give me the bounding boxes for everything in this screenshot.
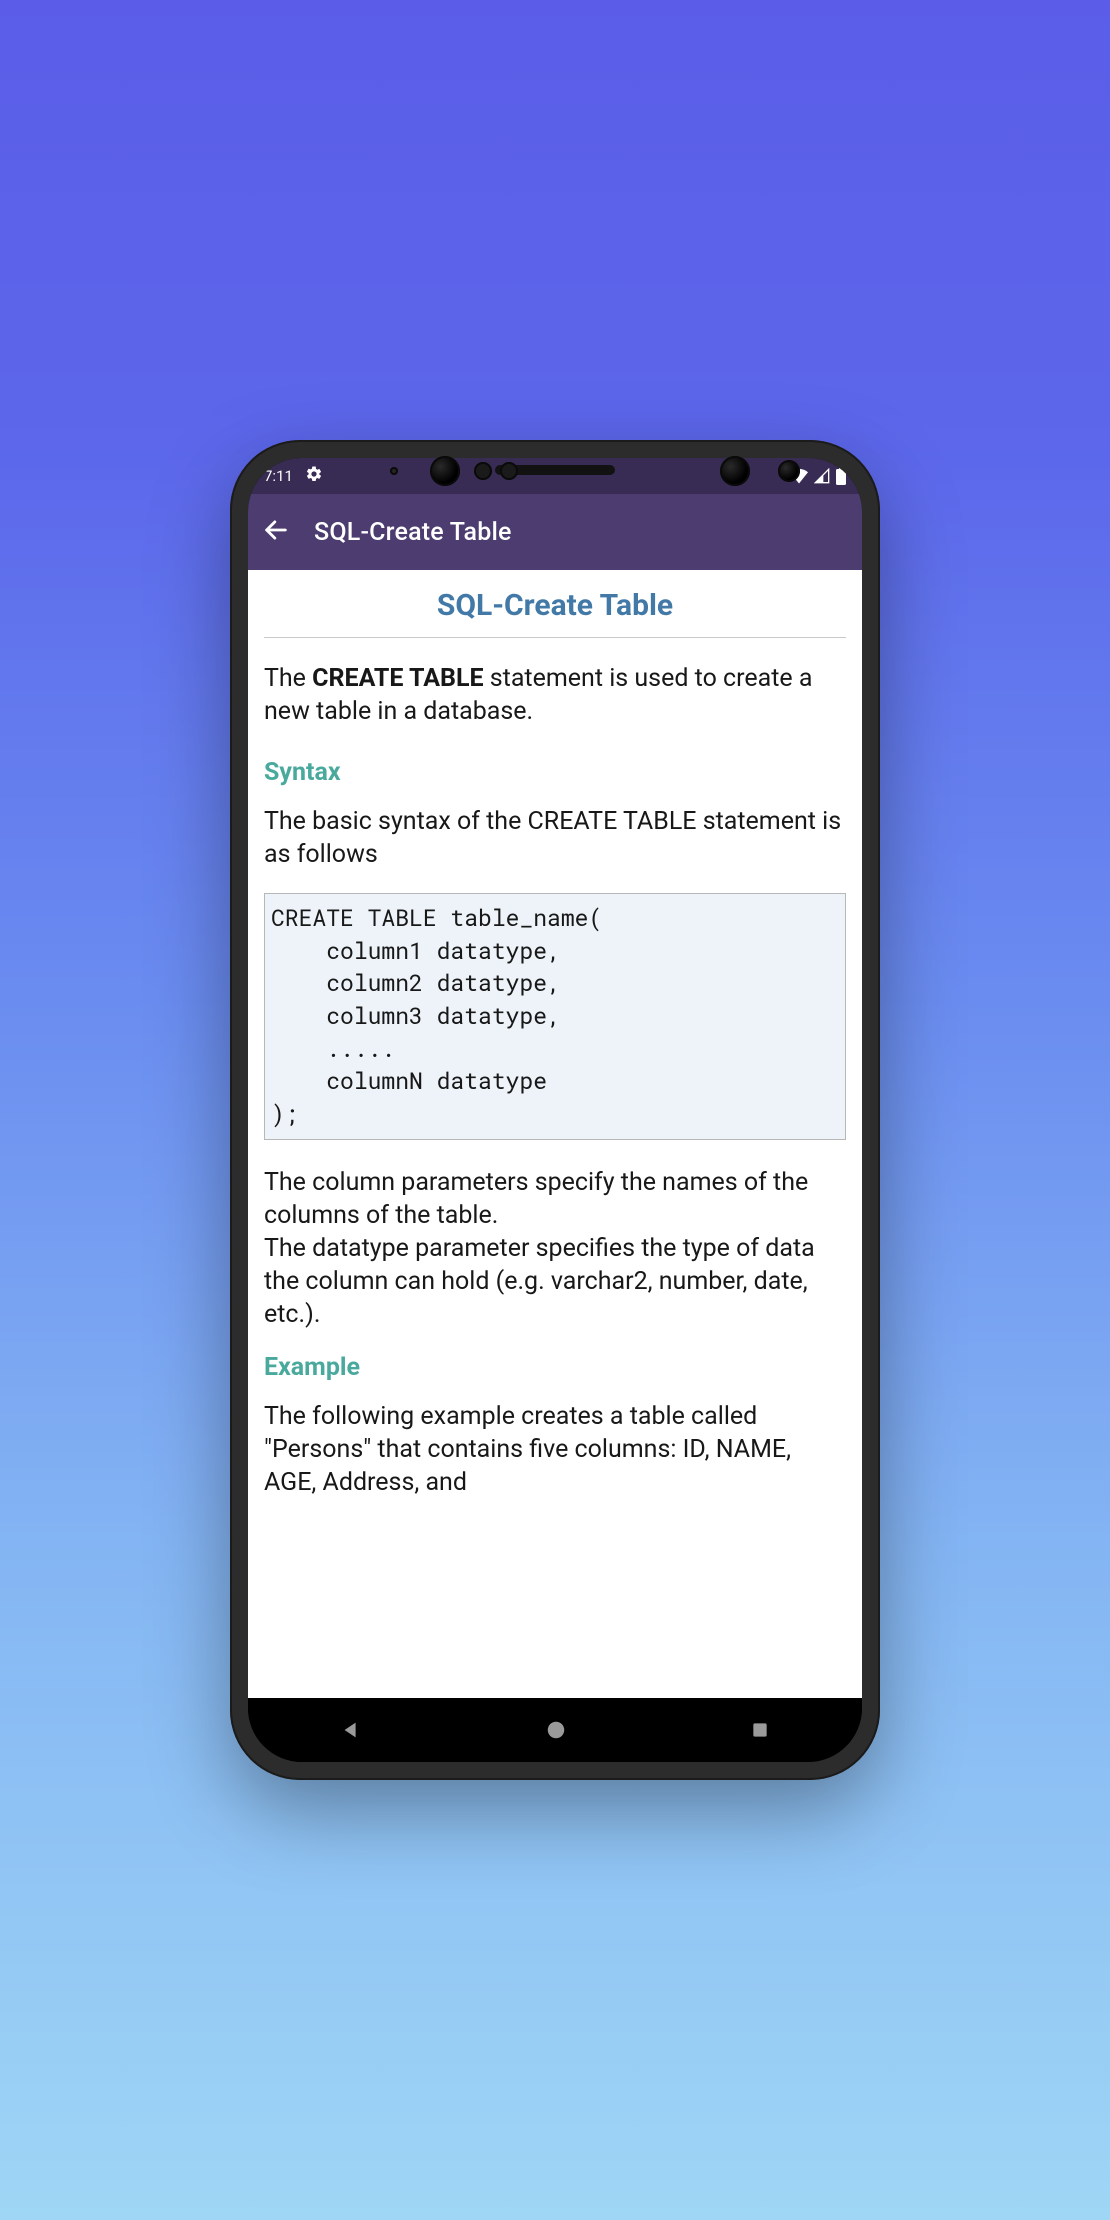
- nav-home-button[interactable]: [545, 1719, 567, 1741]
- scroll-fade: [248, 1678, 862, 1698]
- status-bar: 7:11: [248, 458, 862, 494]
- back-button[interactable]: [262, 516, 290, 548]
- phone-camera: [778, 460, 800, 482]
- example-heading: Example: [264, 1353, 846, 1382]
- app-bar: SQL-Create Table: [248, 494, 862, 570]
- phone-sensor: [474, 462, 492, 480]
- app-bar-title: SQL-Create Table: [314, 518, 512, 547]
- phone-screen: 7:11 SQL-Create Ta: [248, 458, 862, 1762]
- phone-camera: [430, 456, 460, 486]
- battery-icon: [836, 467, 846, 485]
- gear-icon: [305, 465, 323, 487]
- syntax-heading: Syntax: [264, 758, 846, 787]
- phone-sensor: [500, 462, 518, 480]
- column-description: The column parameters specify the names …: [264, 1166, 846, 1331]
- intro-text: The CREATE TABLE statement is used to cr…: [264, 662, 846, 728]
- syntax-code-block: CREATE TABLE table_name( column1 datatyp…: [264, 893, 846, 1140]
- nav-back-button[interactable]: [340, 1719, 362, 1741]
- phone-sensor: [390, 467, 398, 475]
- intro-keyword: CREATE TABLE: [312, 664, 483, 693]
- status-time: 7:11: [264, 467, 293, 485]
- cell-signal-icon: [814, 468, 830, 484]
- page-title: SQL-Create Table: [264, 588, 846, 623]
- system-nav-bar: [248, 1698, 862, 1762]
- content-scroll[interactable]: SQL-Create Table The CREATE TABLE statem…: [248, 570, 862, 1698]
- nav-recent-button[interactable]: [750, 1720, 770, 1740]
- phone-frame: 7:11 SQL-Create Ta: [230, 440, 880, 1780]
- example-description: The following example creates a table ca…: [264, 1400, 846, 1499]
- syntax-description: The basic syntax of the CREATE TABLE sta…: [264, 805, 846, 871]
- intro-prefix: The: [264, 664, 312, 693]
- phone-camera: [720, 456, 750, 486]
- divider: [264, 637, 846, 638]
